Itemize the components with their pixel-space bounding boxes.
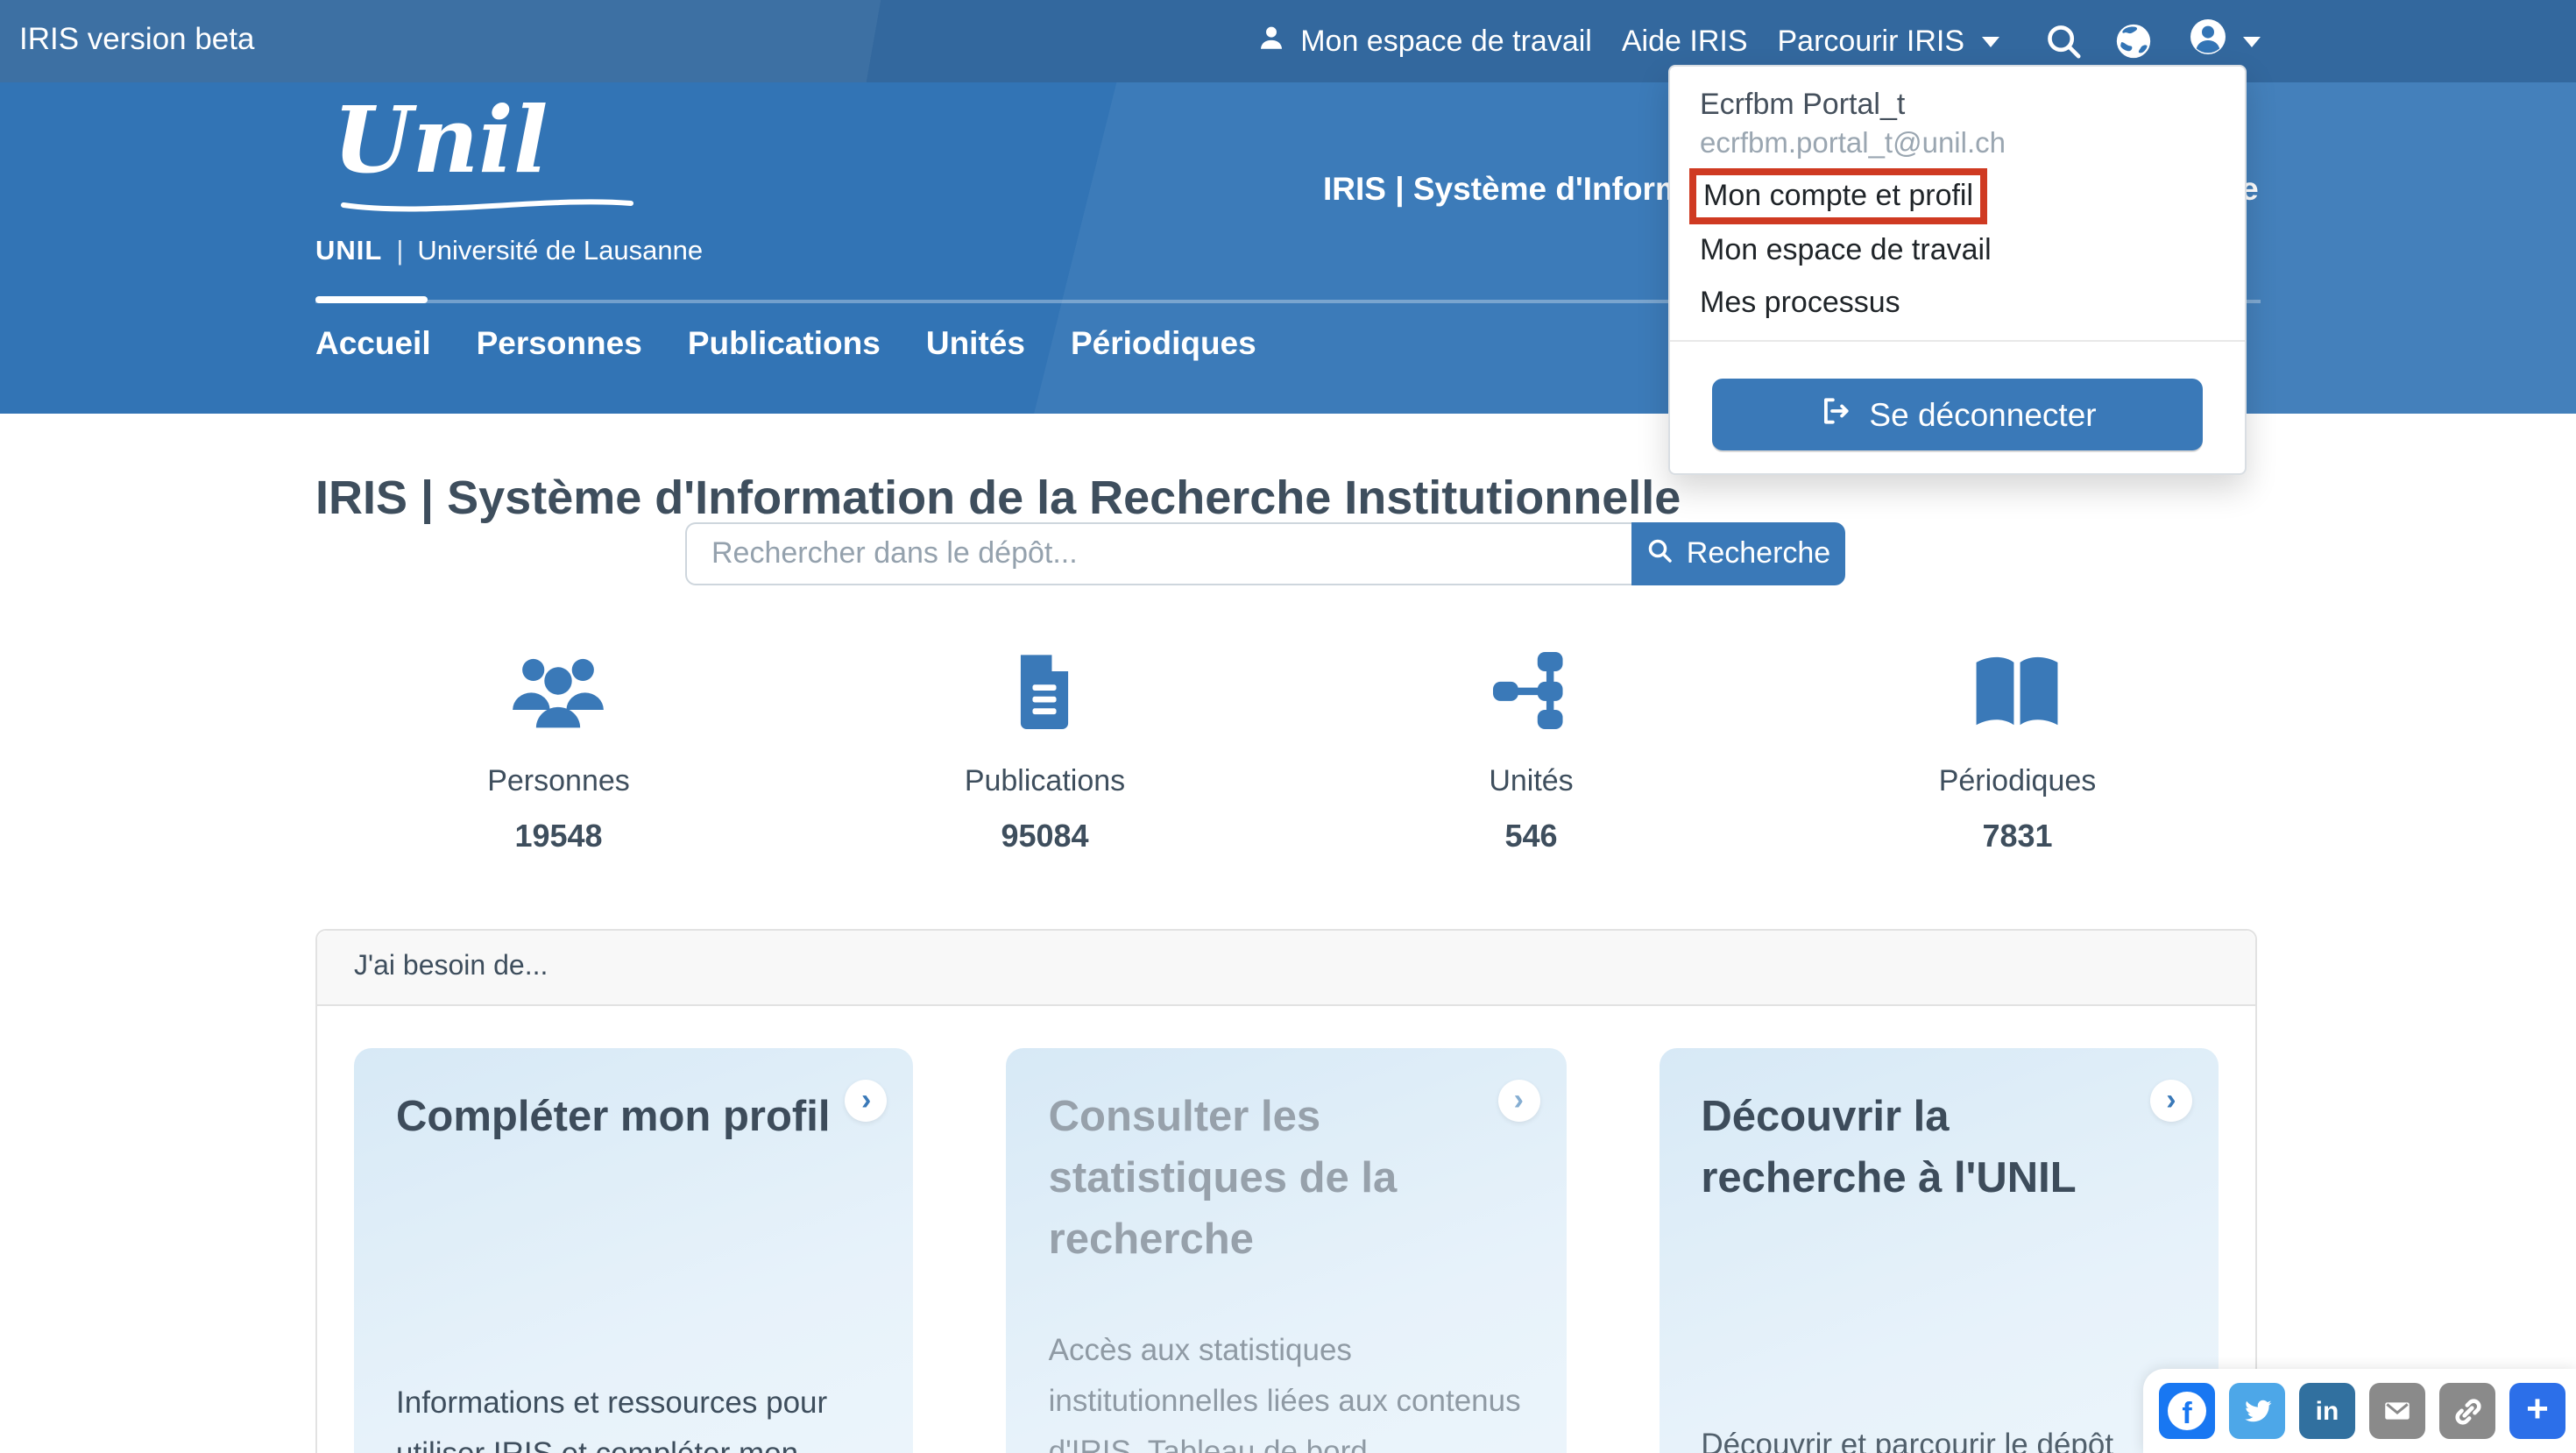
browse-dropdown[interactable]: Parcourir IRIS	[1777, 24, 1999, 59]
card-title: Consulter les statistiques de la recherc…	[1048, 1094, 1398, 1264]
logout-button[interactable]: Se déconnecter	[1712, 379, 2203, 450]
card-description: Informations et ressources pour utiliser…	[396, 1385, 828, 1453]
account-email: ecrfbm.portal_t@unil.ch	[1700, 128, 2006, 159]
search-button[interactable]: Recherche	[1631, 522, 1845, 585]
stat-periodiques[interactable]: Périodiques 7831	[1774, 652, 2261, 855]
caret-down-icon	[2243, 36, 2261, 46]
linkedin-share-icon[interactable]: in	[2299, 1383, 2355, 1439]
account-dropdown-menu: Ecrfbm Portal_t ecrfbm.portal_t@unil.ch …	[1668, 65, 2247, 475]
stat-value: 7831	[1982, 819, 2053, 854]
file-lines-icon	[1016, 652, 1075, 729]
facebook-share-icon[interactable]: f	[2159, 1383, 2215, 1439]
card-title: Découvrir la recherche à l'UNIL	[1701, 1094, 2077, 1202]
logo-separator: |	[396, 237, 404, 266]
globe-icon[interactable]	[2113, 21, 2154, 61]
chevron-right-icon[interactable]: ›	[1497, 1080, 1540, 1122]
stat-label: Personnes	[487, 764, 630, 797]
nav-item-unites[interactable]: Unités	[926, 324, 1025, 363]
unil-logo-name: UNIL	[315, 237, 383, 266]
sitemap-icon	[1492, 652, 1570, 729]
card-research-statistics[interactable]: Consulter les statistiques de la recherc…	[1006, 1048, 1567, 1453]
user-circle-icon	[2187, 16, 2229, 67]
users-icon	[511, 652, 607, 729]
logout-icon	[1818, 393, 1851, 436]
annotation-highlight-box: Mon compte et profil	[1689, 168, 1988, 224]
stat-personnes[interactable]: Personnes 19548	[315, 652, 802, 855]
stat-value: 95084	[1001, 819, 1089, 854]
stat-publications[interactable]: Publications 95084	[802, 652, 1288, 855]
menu-item-workspace[interactable]: Mon espace de travail	[1700, 233, 1992, 268]
card-description: Découvrir et parcourir le dépôt	[1701, 1427, 2114, 1453]
repository-stats: Personnes 19548 Publications 95084 Unité…	[315, 652, 2261, 855]
main-navigation: Accueil Personnes Publications Unités Pé…	[315, 324, 1256, 363]
iris-homepage: IRIS version beta Mon espace de travail …	[0, 0, 2576, 1453]
unil-logo-subtitle: UNIL | Université de Lausanne	[315, 237, 703, 268]
search-button-label: Recherche	[1686, 536, 1831, 570]
unil-logo-swash	[340, 191, 634, 224]
repository-search: Recherche	[685, 522, 1845, 585]
magnifier-icon	[1646, 535, 1674, 572]
nav-item-personnes[interactable]: Personnes	[477, 324, 642, 363]
stat-label: Publications	[964, 764, 1126, 797]
card-discover-research[interactable]: Découvrir la recherche à l'UNIL › Découv…	[1659, 1048, 2219, 1453]
account-menu-toggle[interactable]	[2187, 16, 2261, 67]
browse-label: Parcourir IRIS	[1777, 24, 1965, 57]
menu-item-my-account[interactable]: Mon compte et profil	[1703, 179, 1973, 214]
copy-link-icon[interactable]	[2439, 1383, 2495, 1439]
nav-item-publications[interactable]: Publications	[688, 324, 881, 363]
stat-value: 546	[1504, 819, 1558, 854]
chevron-right-icon[interactable]: ›	[2149, 1080, 2192, 1122]
menu-divider	[1670, 340, 2245, 342]
twitter-share-icon[interactable]	[2229, 1383, 2285, 1439]
need-cards: Compléter mon profil › Informations et r…	[317, 1006, 2255, 1453]
caret-down-icon	[1982, 36, 1999, 46]
user-bust-icon	[1256, 22, 1286, 60]
more-share-options-icon[interactable]: +	[2509, 1383, 2565, 1439]
page-title: IRIS | Système d'Information de la Reche…	[315, 471, 1681, 525]
share-toolbar: f in +	[2143, 1369, 2576, 1453]
unil-logo-script: Unil	[333, 88, 548, 195]
help-label: Aide IRIS	[1621, 24, 1748, 57]
logout-label: Se déconnecter	[1869, 395, 2097, 432]
version-label: IRIS version beta	[19, 21, 255, 56]
stat-label: Unités	[1489, 764, 1574, 797]
chevron-right-icon[interactable]: ›	[845, 1080, 888, 1122]
need-section-panel: J'ai besoin de... Compléter mon profil ›…	[315, 929, 2257, 1453]
stat-label: Périodiques	[1938, 764, 2097, 797]
stat-value: 19548	[514, 819, 603, 854]
workspace-label: Mon espace de travail	[1300, 24, 1592, 57]
card-complete-profile[interactable]: Compléter mon profil › Informations et r…	[354, 1048, 914, 1453]
logo-university-label: Université de Lausanne	[417, 237, 704, 266]
menu-item-processes[interactable]: Mes processus	[1700, 286, 1900, 321]
workspace-link[interactable]: Mon espace de travail	[1256, 22, 1592, 60]
card-title: Compléter mon profil	[396, 1094, 831, 1141]
active-nav-underline	[315, 296, 428, 303]
need-section-header: J'ai besoin de...	[317, 931, 2255, 1006]
nav-item-periodiques[interactable]: Périodiques	[1071, 324, 1256, 363]
nav-item-accueil[interactable]: Accueil	[315, 324, 431, 363]
search-icon[interactable]	[2043, 21, 2084, 61]
stat-unites[interactable]: Unités 546	[1288, 652, 1774, 855]
card-description: Accès aux statistiques institutionnelles…	[1048, 1332, 1521, 1453]
help-link[interactable]: Aide IRIS	[1622, 24, 1748, 59]
book-open-icon	[1974, 652, 2062, 729]
search-input[interactable]	[685, 522, 1631, 585]
email-share-icon[interactable]	[2369, 1383, 2425, 1439]
account-display-name: Ecrfbm Portal_t	[1700, 88, 1906, 121]
